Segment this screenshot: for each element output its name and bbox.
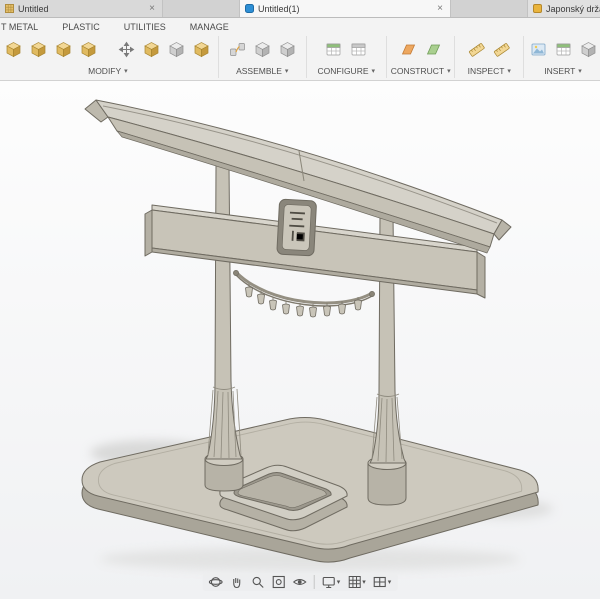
group-separator	[385, 36, 387, 78]
measure-ruler-icon[interactable]	[491, 37, 513, 61]
table-green-header-icon[interactable]	[552, 37, 574, 61]
navbar-separator	[313, 575, 315, 589]
table-plain-icon[interactable]	[348, 37, 370, 61]
menu-tab-sheet-metal[interactable]: T METAL	[1, 22, 38, 32]
group-separator	[305, 36, 307, 78]
group-separator	[454, 36, 456, 78]
yellow-cube-tool-icon[interactable]	[191, 37, 213, 61]
chevron-down-icon: ▾	[124, 67, 128, 75]
group-modify: MODIFY ▾	[1, 34, 215, 80]
group-inspect: INSPECT ▾	[458, 34, 520, 80]
zoom-magnifier-icon[interactable]	[249, 574, 267, 590]
measure-ruler-icon[interactable]	[466, 37, 488, 61]
gray-cube-tool-icon[interactable]	[577, 37, 599, 61]
tan-grid-doc-icon	[5, 4, 14, 13]
ribbon-menu-tabs: T METAL PLASTIC UTILITIES MANAGE	[0, 18, 600, 34]
plane-orange-icon[interactable]	[397, 37, 419, 61]
table-green-header-icon[interactable]	[323, 37, 345, 61]
chevron-down-icon: ▾	[387, 579, 392, 586]
yellow-cube-tool-icon[interactable]	[28, 37, 50, 61]
ribbon-groups: MODIFY ▾ ASSEMBLE ▾ CONFIGURE ▾ CONSTRUC…	[0, 34, 600, 80]
blue-doc-icon	[245, 4, 254, 13]
chevron-down-icon: ▾	[507, 67, 511, 75]
yellow-doc-icon	[533, 4, 542, 13]
doc-tab-untitled[interactable]: Untitled ×	[0, 0, 163, 17]
doc-tab-label: Japonský držá	[546, 3, 600, 14]
display-settings-icon[interactable]: ▾	[320, 574, 343, 590]
chevron-down-icon: ▾	[578, 67, 582, 75]
look-at-eye-icon[interactable]	[291, 574, 309, 590]
gray-cube-tool-icon[interactable]	[251, 37, 273, 61]
group-label-insert[interactable]: INSERT ▾	[544, 64, 582, 77]
group-assemble: ASSEMBLE ▾	[222, 34, 303, 80]
gray-cube-tool-icon[interactable]	[276, 37, 298, 61]
chevron-down-icon: ▾	[371, 67, 376, 75]
menu-tab-plastic[interactable]: PLASTIC	[62, 22, 100, 32]
tabbar-spacer	[163, 0, 239, 17]
center-plaque[interactable]	[276, 198, 317, 257]
orbit-icon[interactable]	[207, 574, 225, 590]
menu-tab-utilities[interactable]: UTILITIES	[124, 22, 166, 32]
view-navigation-bar: ▾ ▾ ▾	[202, 573, 398, 591]
yellow-cube-tool-icon[interactable]	[3, 37, 25, 61]
group-separator	[217, 36, 219, 78]
joint-icon[interactable]	[226, 37, 248, 61]
close-icon[interactable]: ×	[435, 3, 445, 14]
close-icon[interactable]: ×	[147, 3, 157, 14]
group-construct: CONSTRUCT ▾	[390, 34, 452, 80]
document-tab-bar: Untitled × Untitled(1) × Japonský držá	[0, 0, 600, 18]
group-configure: CONFIGURE ▾	[310, 34, 383, 80]
doc-tab-label: Untitled	[18, 3, 49, 14]
chevron-down-icon: ▾	[362, 579, 366, 586]
picture-canvas-icon[interactable]	[527, 37, 549, 61]
chevron-down-icon: ▾	[284, 67, 289, 75]
fit-to-view-icon[interactable]	[270, 574, 288, 590]
chevron-down-icon: ▾	[447, 67, 451, 75]
move-arrows-icon[interactable]	[116, 37, 138, 61]
viewports-icon[interactable]: ▾	[371, 574, 394, 590]
group-label-assemble[interactable]: ASSEMBLE ▾	[236, 64, 288, 77]
group-separator	[523, 36, 525, 78]
menu-tab-manage[interactable]: MANAGE	[190, 22, 229, 32]
tabbar-spacer	[451, 0, 527, 17]
group-label-inspect[interactable]: INSPECT ▾	[468, 64, 511, 77]
ribbon-toolbar: T METAL PLASTIC UTILITIES MANAGE MODIFY …	[0, 18, 600, 81]
grid-and-snaps-icon[interactable]: ▾	[345, 574, 368, 590]
yellow-cube-tool-icon[interactable]	[53, 37, 75, 61]
yellow-cube-tool-icon[interactable]	[78, 37, 100, 61]
column-left[interactable]	[205, 164, 243, 460]
chevron-down-icon: ▾	[336, 579, 341, 586]
group-insert: INSERT ▾	[527, 34, 599, 80]
yellow-cube-tool-icon[interactable]	[141, 37, 163, 61]
torii-model[interactable]	[0, 81, 600, 599]
plane-green-icon[interactable]	[422, 37, 444, 61]
doc-tab-label: Untitled(1)	[258, 3, 300, 14]
viewport-canvas[interactable]: ▾ ▾ ▾	[0, 81, 600, 599]
gray-cube-tool-icon[interactable]	[166, 37, 188, 61]
pan-hand-icon[interactable]	[228, 574, 246, 590]
group-label-construct[interactable]: CONSTRUCT ▾	[391, 64, 451, 77]
group-label-configure[interactable]: CONFIGURE ▾	[318, 64, 376, 77]
group-label-modify[interactable]: MODIFY ▾	[88, 64, 128, 77]
doc-tab-japonsky-drzak[interactable]: Japonský držá	[527, 0, 600, 17]
doc-tab-untitled-1-active[interactable]: Untitled(1) ×	[239, 0, 451, 17]
